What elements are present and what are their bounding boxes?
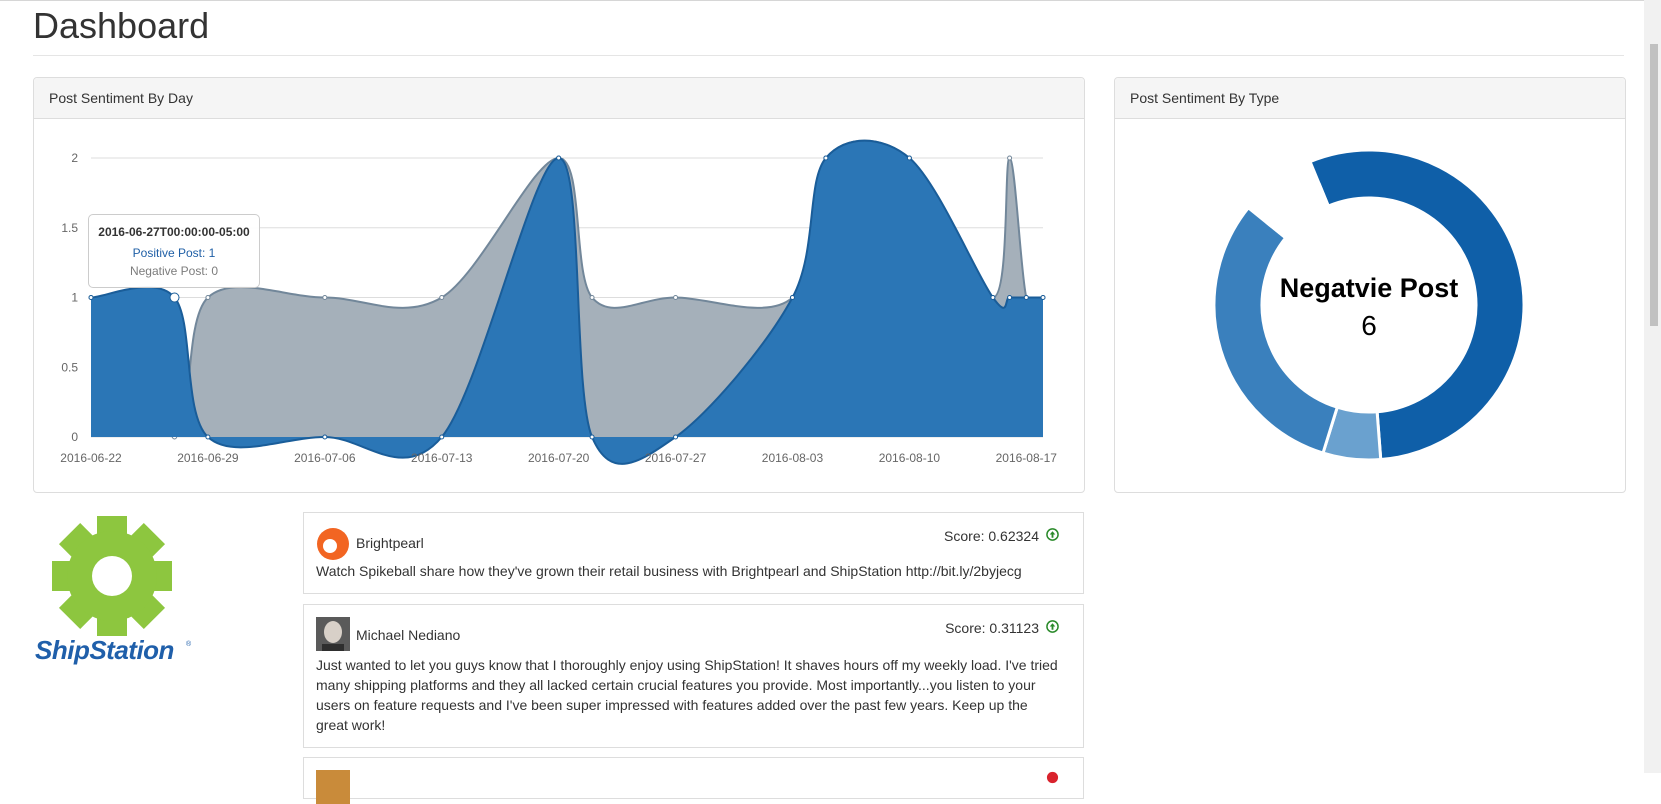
x-tick-label: 2016-08-03	[762, 451, 824, 465]
y-tick-label: 0	[71, 430, 78, 444]
data-point[interactable]	[439, 295, 445, 300]
data-point[interactable]	[990, 295, 996, 300]
data-point[interactable]	[673, 434, 679, 440]
data-point[interactable]	[556, 155, 562, 161]
x-tick-label: 2016-07-13	[411, 451, 473, 465]
data-point[interactable]	[169, 292, 180, 303]
user-avatar	[316, 770, 350, 804]
chart-tooltip: 2016-06-27T00:00:00-05:00 Positive Post:…	[88, 214, 260, 288]
post-text: Just wanted to let you guys know that I …	[316, 657, 1058, 733]
y-tick-label: 2	[71, 151, 78, 165]
post-card	[303, 757, 1084, 804]
data-point[interactable]	[789, 295, 795, 300]
data-point[interactable]	[88, 295, 94, 300]
donut-center-value: 6	[1361, 310, 1377, 341]
y-tick-label: 1.5	[61, 221, 78, 235]
data-point[interactable]	[823, 155, 829, 161]
donut-center-label: Negatvie Post	[1280, 273, 1459, 303]
tooltip-negative: Negative Post: 0	[129, 264, 219, 278]
brightpearl-avatar	[317, 528, 349, 560]
x-tick-label: 2016-08-10	[879, 451, 941, 465]
panel-title: Post Sentiment By Type	[1115, 78, 1625, 119]
up-arrow-icon	[1046, 620, 1059, 633]
data-point[interactable]	[906, 155, 912, 161]
post-author[interactable]: Brightpearl	[356, 535, 424, 551]
post-author[interactable]: Michael Nediano	[356, 627, 460, 643]
post-card: Michael Nediano Score: 0.31123 Just want…	[303, 604, 1084, 748]
data-point[interactable]	[322, 295, 328, 300]
x-tick-label: 2016-08-17	[996, 451, 1058, 465]
data-point[interactable]	[1023, 295, 1029, 300]
shipstation-logo-text: ShipStation	[35, 635, 174, 665]
post-card: Brightpearl Score: 0.62324 Watch Spikeba…	[303, 512, 1084, 594]
x-tick-label: 2016-06-29	[177, 451, 239, 465]
data-point[interactable]	[205, 434, 211, 440]
data-point[interactable]	[205, 295, 211, 300]
x-tick-label: 2016-07-06	[294, 451, 356, 465]
data-point[interactable]	[589, 295, 595, 300]
tooltip-positive: Positive Post: 1	[132, 246, 216, 260]
data-point[interactable]	[589, 434, 595, 440]
donut-chart[interactable]: Negatvie Post 6	[1114, 118, 1624, 491]
x-tick-label: 2016-07-27	[645, 451, 707, 465]
data-point[interactable]	[439, 434, 445, 440]
up-arrow-icon	[1046, 528, 1059, 541]
y-tick-label: 1	[71, 291, 78, 305]
registered-mark: ®	[186, 641, 192, 648]
y-tick-label: 0.5	[61, 360, 78, 374]
post-score: Score: 0.31123	[945, 620, 1039, 636]
data-point[interactable]	[1040, 295, 1046, 300]
tooltip-title: 2016-06-27T00:00:00-05:00	[98, 225, 250, 239]
data-point[interactable]	[1007, 155, 1013, 161]
data-point[interactable]	[673, 295, 679, 300]
donut-center	[1265, 201, 1473, 409]
user-avatar	[316, 617, 350, 651]
data-point[interactable]	[1007, 295, 1013, 300]
post-score: Score: 0.62324	[944, 528, 1039, 544]
x-tick-label: 2016-06-22	[60, 451, 122, 465]
x-tick-label: 2016-07-20	[528, 451, 590, 465]
post-text: Watch Spikeball share how they've grown …	[316, 563, 1022, 579]
data-point[interactable]	[322, 434, 328, 440]
